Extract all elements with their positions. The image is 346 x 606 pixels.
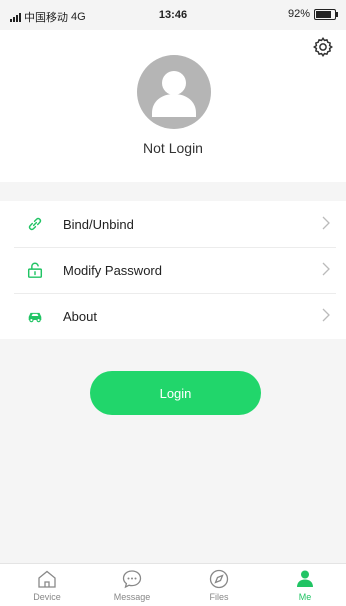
chevron-right-icon [322, 308, 330, 322]
menu-item-modify-password[interactable]: Modify Password [0, 247, 346, 293]
battery-info: 92% [287, 8, 338, 20]
menu-item-label: Modify Password [63, 262, 162, 278]
chevron-right-icon [322, 262, 330, 276]
battery-percent: 92% [287, 8, 310, 20]
tab-message[interactable]: Message [97, 564, 167, 606]
chat-bubble-icon [122, 570, 142, 589]
tab-label: Files [209, 592, 229, 602]
car-icon [28, 312, 42, 323]
profile-header: Not Login [0, 30, 346, 182]
menu-item-bind-unbind[interactable]: Bind/Unbind [0, 201, 346, 247]
menu-item-label: About [63, 308, 97, 324]
profile-name: Not Login [143, 140, 203, 156]
user-avatar-icon [152, 71, 196, 117]
status-bar: 中国移动 4G 13:46 92% [0, 0, 346, 30]
battery-icon [314, 8, 338, 20]
tab-label: Me [298, 592, 312, 602]
tab-device[interactable]: Device [12, 564, 82, 606]
chevron-right-icon [322, 216, 330, 230]
unlock-icon [27, 262, 43, 278]
tab-me[interactable]: Me [270, 564, 340, 606]
settings-menu: Bind/Unbind Modify Password About [0, 201, 346, 339]
home-icon [38, 570, 56, 588]
compass-icon [209, 569, 229, 589]
tab-label: Message [113, 592, 151, 602]
menu-item-about[interactable]: About [0, 293, 346, 339]
gear-icon[interactable] [312, 36, 334, 58]
login-button[interactable]: Login [90, 371, 261, 415]
menu-item-label: Bind/Unbind [63, 216, 134, 232]
person-icon [297, 570, 313, 587]
tab-bar: Device Message Files Me [0, 563, 346, 606]
tab-label: Device [33, 592, 61, 602]
avatar[interactable] [137, 55, 211, 129]
link-icon [28, 217, 42, 231]
tab-files[interactable]: Files [184, 564, 254, 606]
